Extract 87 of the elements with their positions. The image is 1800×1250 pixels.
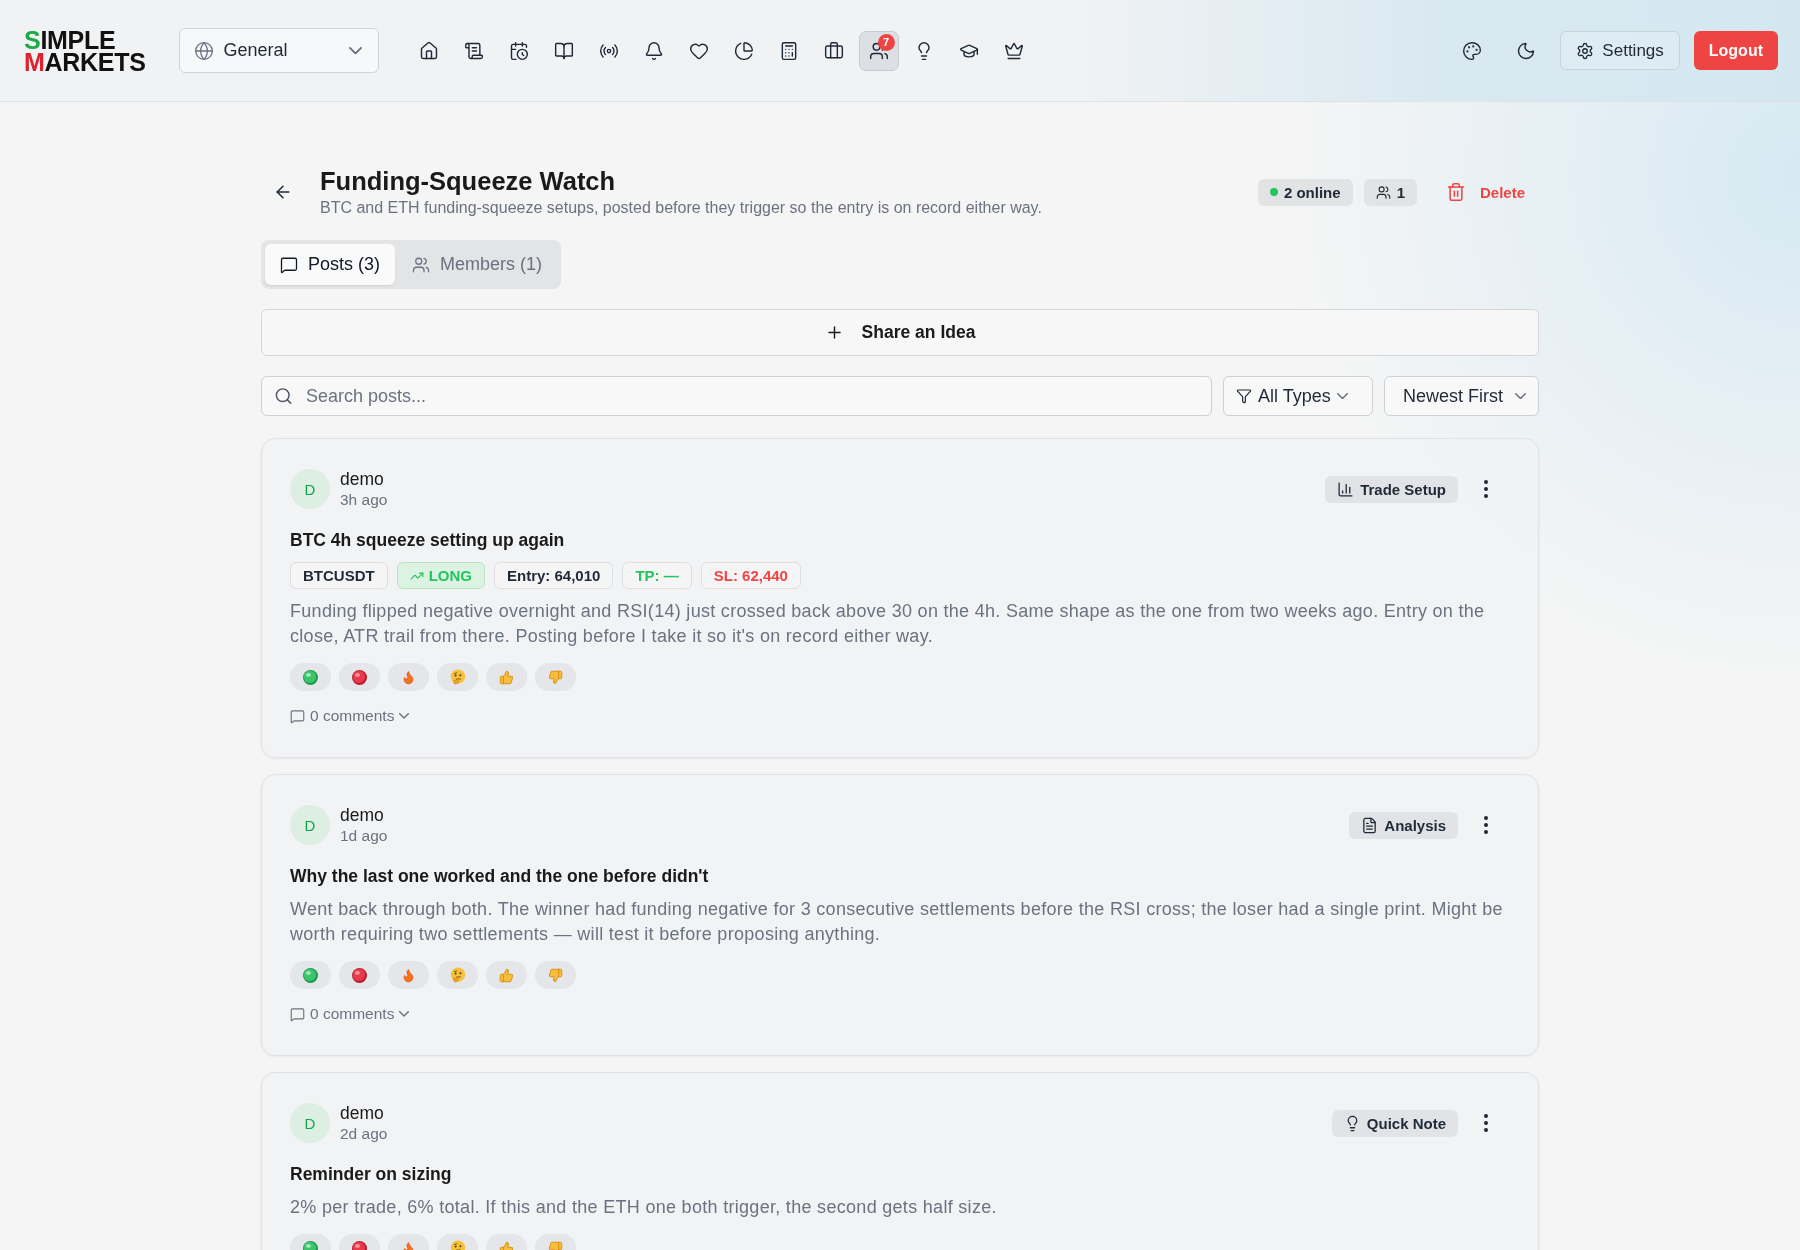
reaction-button[interactable] <box>388 961 429 989</box>
chevron-down-icon <box>1515 392 1526 400</box>
tab[interactable]: Posts (3) <box>265 244 396 285</box>
pie-chart-icon <box>733 40 754 61</box>
home-icon <box>418 40 439 61</box>
post-body: 2% per trade, 6% total. If this and the ETH one both trigger, the second gets half size. <box>290 1196 998 1219</box>
settings-icon <box>1576 41 1595 60</box>
post-title: Reminder on sizing <box>290 1163 453 1185</box>
post-time: 2d ago <box>340 1124 388 1143</box>
workspace-select[interactable]: General <box>178 28 379 73</box>
thumbs-up-icon <box>499 669 514 685</box>
post-body: Went back through both. The winner had funding negative for 3 consecutive settlements before the RSI cross; the loser had a single print. Might be worth requiring two settlements — will test it before proposing anything. <box>290 898 1504 946</box>
author-name: demo <box>340 469 385 490</box>
author-name: demo <box>340 1103 385 1124</box>
group-description: BTC and ETH funding-squeeze setups, posted before they trigger so the entry is on record either way. <box>320 198 1042 218</box>
reaction-button[interactable] <box>339 961 380 989</box>
more-icon <box>1484 1114 1488 1132</box>
settings-button[interactable]: Settings <box>1560 31 1680 70</box>
book-icon <box>553 40 574 61</box>
post-type-badge: Analysis <box>1349 811 1458 839</box>
chevron-down-icon <box>1336 392 1348 400</box>
bell-icon <box>643 40 664 61</box>
post-title: Why the last one worked and the one before didn't <box>290 865 710 887</box>
briefcase-icon <box>823 40 844 61</box>
thumbs-down-icon <box>548 967 563 983</box>
comment-icon <box>290 1006 305 1022</box>
bar-chart-icon <box>1337 480 1355 498</box>
reaction-button[interactable] <box>388 663 429 691</box>
ball-icon <box>352 669 367 685</box>
notification-badge: 7 <box>877 33 895 51</box>
moon-icon <box>1516 40 1537 61</box>
logo: SIMPLE MARKETS <box>24 28 146 73</box>
trade-tag: BTCUSDT <box>290 562 388 589</box>
more-icon <box>1484 816 1488 834</box>
document-icon <box>1361 816 1379 834</box>
users-icon <box>1375 184 1391 200</box>
author-name: demo <box>340 805 385 826</box>
nav-button[interactable]: 7 <box>858 30 899 71</box>
comments-toggle[interactable]: 0 comments <box>290 1005 410 1023</box>
chevron-down-icon <box>348 46 362 55</box>
calendar-clock-icon <box>508 40 529 61</box>
reaction-button[interactable] <box>339 663 380 691</box>
reaction-button[interactable] <box>290 961 331 989</box>
online-dot-icon <box>1269 188 1278 196</box>
ball-icon <box>303 967 318 983</box>
trade-tag: SL: 62,440 <box>700 562 801 589</box>
type-filter-select[interactable]: All Types <box>1223 376 1373 416</box>
trade-tag: LONG <box>396 562 485 589</box>
trash-icon <box>1445 182 1466 202</box>
ball-icon <box>352 967 367 983</box>
crown-icon <box>1003 40 1024 61</box>
flame-icon <box>401 967 416 983</box>
palette-icon <box>1462 40 1483 61</box>
post-type-badge: Quick Note <box>1331 1109 1458 1137</box>
share-idea-button[interactable]: Share an Idea <box>261 309 1539 356</box>
thinking-face-icon <box>449 669 466 685</box>
flame-icon <box>401 669 416 685</box>
filter-icon <box>1236 388 1252 404</box>
tab[interactable]: Members (1) <box>397 244 558 285</box>
online-count-badge: 2 online <box>1257 178 1353 206</box>
logout-button[interactable]: Logout <box>1693 31 1778 70</box>
trade-tag: Entry: 64,010 <box>494 562 614 589</box>
thinking-face-icon <box>449 967 466 983</box>
comments-toggle[interactable]: 0 comments <box>290 707 410 725</box>
users-icon <box>412 255 431 274</box>
post-body: Funding flipped negative overnight and RSI(14) just crossed back above 30 on the 4h. Same shape as the one from two weeks ago. Entry on the close, ATR trail from there. Posting before I take it so it's on record either way. <box>290 600 1486 648</box>
ball-icon <box>303 669 318 685</box>
thumbs-down-icon <box>548 669 563 685</box>
post-title: BTC 4h squeeze setting up again <box>290 529 566 551</box>
sort-select[interactable]: Newest First <box>1384 376 1539 416</box>
reaction-button[interactable] <box>290 663 331 691</box>
avatar: D <box>290 1103 330 1143</box>
post-time: 3h ago <box>340 490 388 509</box>
message-icon <box>280 255 298 274</box>
thumbs-up-icon <box>499 967 514 983</box>
more-icon <box>1484 480 1488 498</box>
post-type-badge: Trade Setup <box>1325 475 1458 503</box>
member-count-badge: 1 <box>1363 178 1417 206</box>
comment-icon <box>290 708 305 724</box>
avatar: D <box>290 805 330 845</box>
trade-tag: TP: — <box>622 562 692 589</box>
globe-icon <box>193 40 214 61</box>
post-time: 1d ago <box>340 826 388 845</box>
avatar: D <box>290 469 330 509</box>
group-title: Funding-Squeeze Watch <box>320 166 617 197</box>
search-field[interactable]: Search posts... <box>261 376 1212 416</box>
scroll-icon <box>463 40 484 61</box>
